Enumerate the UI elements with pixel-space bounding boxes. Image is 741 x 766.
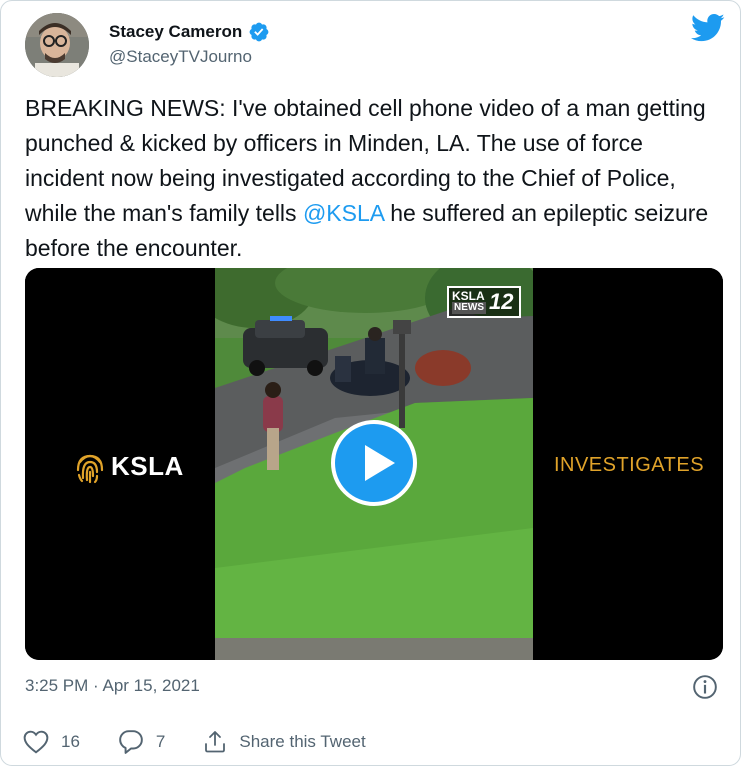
ksla-logo: KSLA: [75, 448, 184, 484]
video-player[interactable]: KSLA KSLA NEWS 12 INVESTIGATES: [25, 268, 723, 660]
mention-link[interactable]: @KSLA: [303, 200, 384, 226]
tweet-text: BREAKING NEWS: I've obtained cell phone …: [25, 91, 725, 266]
ksla-watermark: KSLA NEWS 12: [447, 286, 521, 318]
watermark-number: 12: [489, 289, 514, 314]
twitter-bird-icon[interactable]: [691, 13, 725, 43]
info-icon[interactable]: [692, 674, 718, 700]
reply-icon: [119, 730, 143, 754]
video-right-panel: INVESTIGATES: [533, 268, 723, 660]
investigates-label: INVESTIGATES: [553, 454, 705, 476]
play-icon: [365, 445, 395, 481]
verified-badge-icon: [249, 22, 269, 42]
author-name[interactable]: Stacey Cameron: [109, 22, 242, 42]
tweet-actions: 16 7 Share this Tweet: [23, 727, 404, 757]
share-button[interactable]: Share this Tweet: [203, 730, 366, 754]
author-handle[interactable]: @StaceyTVJourno: [109, 47, 252, 67]
author-name-row[interactable]: Stacey Cameron: [109, 21, 270, 43]
avatar[interactable]: [25, 13, 89, 77]
heart-icon: [23, 730, 49, 754]
share-icon: [205, 731, 226, 753]
tweet-card: Stacey Cameron @StaceyTVJourno BREAKING …: [0, 0, 741, 766]
tweet-timestamp[interactable]: 3:25 PM · Apr 15, 2021: [25, 676, 200, 696]
reply-count: 7: [155, 732, 166, 751]
watermark-ksla: KSLA: [452, 289, 485, 303]
reply-button[interactable]: 7: [118, 729, 165, 755]
like-button[interactable]: 16: [23, 730, 80, 754]
tweet-header: Stacey Cameron @StaceyTVJourno: [25, 13, 725, 77]
watermark-news: NEWS: [452, 302, 486, 314]
like-count: 16: [61, 732, 80, 751]
video-left-panel: KSLA: [25, 268, 215, 660]
share-label: Share this Tweet: [239, 732, 366, 751]
play-button[interactable]: [331, 420, 417, 506]
fingerprint-icon: [76, 454, 104, 484]
ksla-logo-text: KSLA: [111, 450, 184, 481]
